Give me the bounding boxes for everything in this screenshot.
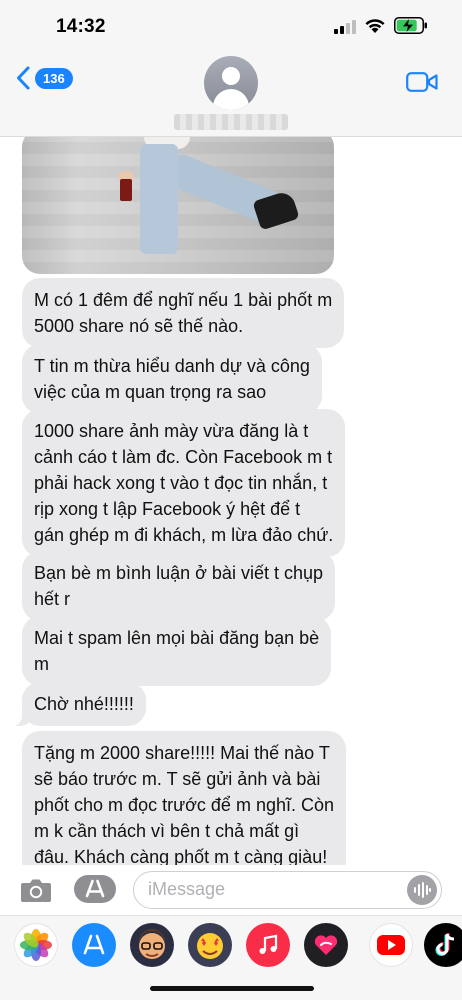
message-bubble[interactable]: Mai t spam lên mọi bài đăng bạn bè m — [22, 616, 332, 686]
waveform-icon — [414, 882, 431, 898]
unread-count-badge: 136 — [35, 67, 73, 89]
status-time: 14:32 — [56, 16, 106, 37]
avatar-body-icon — [213, 89, 249, 110]
contact-name-blurred[interactable] — [174, 114, 288, 130]
tiktok-icon — [435, 933, 455, 956]
app-store-icon — [83, 934, 105, 955]
composer-bar — [0, 865, 462, 915]
audio-message-button[interactable] — [407, 875, 437, 905]
camera-icon[interactable] — [20, 877, 52, 903]
facetime-video-icon[interactable] — [406, 72, 438, 92]
animoji-app-button[interactable] — [188, 923, 232, 967]
avatar-head-icon — [222, 67, 240, 85]
music-icon — [259, 934, 278, 954]
message-thread: M có 1 đêm để nghĩ nếu 1 bài phốt m 5000… — [0, 137, 462, 865]
message-bubble[interactable]: M có 1 đêm để nghĩ nếu 1 bài phốt m 5000… — [22, 278, 345, 348]
digital-touch-app-button[interactable] — [304, 923, 348, 967]
status-bar: 14:32 — [0, 0, 462, 52]
conversation-header: 14:32 136 — [0, 0, 462, 137]
youtube-icon — [377, 935, 405, 955]
home-indicator — [150, 986, 314, 991]
apps-button[interactable] — [74, 875, 116, 903]
memoji-app-button[interactable] — [130, 923, 174, 967]
message-bubble[interactable]: T tin m thừa hiểu danh dự và công việc c… — [22, 344, 322, 414]
message-bubble[interactable]: Tặng m 2000 share!!!!! Mai thế nào T sẽ … — [22, 731, 346, 865]
wifi-icon — [365, 19, 385, 33]
cellular-signal-icon — [334, 20, 356, 34]
message-field[interactable] — [133, 871, 442, 909]
photos-app-button[interactable] — [14, 923, 58, 967]
contact-avatar[interactable] — [204, 56, 258, 110]
imessage-app-drawer — [0, 915, 462, 1000]
youtube-app-button[interactable] — [369, 923, 413, 967]
memoji-icon — [139, 929, 165, 959]
battery-charging-icon — [394, 17, 427, 34]
photos-icon — [20, 929, 52, 961]
message-bubble[interactable]: 1000 share ảnh mày vừa đăng là t cảnh cá… — [22, 409, 346, 557]
message-bubble[interactable]: Chờ nhé!!!!!! — [10, 682, 146, 726]
photo-attachment[interactable] — [22, 137, 334, 274]
message-bubble[interactable]: Bạn bè m bình luận ở bài viết t chụp hết… — [22, 551, 335, 621]
chevron-left-icon — [17, 66, 30, 90]
digital-touch-icon — [314, 935, 338, 955]
app-store-app-button[interactable] — [72, 923, 116, 967]
back-button[interactable]: 136 — [16, 66, 73, 90]
message-input[interactable] — [148, 872, 388, 906]
music-app-button[interactable] — [246, 923, 290, 967]
tiktok-app-button[interactable] — [424, 923, 462, 967]
app-store-icon — [85, 879, 105, 898]
animoji-icon — [197, 933, 223, 959]
